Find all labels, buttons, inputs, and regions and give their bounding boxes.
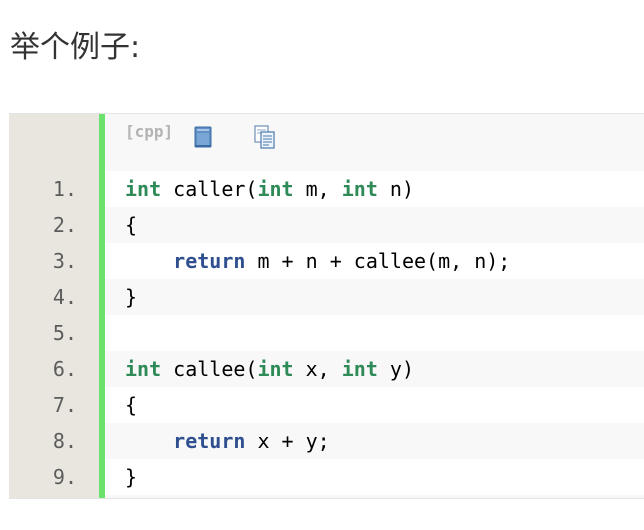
- line-number: 3.: [9, 243, 99, 279]
- code-text: }: [125, 279, 137, 315]
- code-keyword: return: [173, 429, 246, 453]
- code-token: {: [125, 393, 138, 417]
- code-line: 2. {: [9, 207, 644, 243]
- line-number: 6.: [9, 351, 99, 387]
- gutter-border-segment: [99, 423, 105, 459]
- code-token: m,: [293, 177, 342, 201]
- code-keyword: int: [341, 177, 378, 201]
- copy-code-icon[interactable]: [253, 124, 275, 150]
- line-number: 7.: [9, 387, 99, 423]
- code-toolbar: [cpp]: [105, 114, 644, 171]
- code-keyword: return: [173, 249, 246, 273]
- line-number: 8.: [9, 423, 99, 459]
- language-label: [cpp]: [125, 122, 174, 141]
- line-number: 4.: [9, 279, 99, 315]
- line-number: 1.: [9, 171, 99, 207]
- code-keyword: int: [125, 177, 162, 201]
- view-plain-icon[interactable]: [193, 124, 215, 150]
- code-line: 7. {: [9, 387, 644, 423]
- gutter-border-segment: [99, 351, 105, 387]
- gutter-border-segment: [99, 207, 105, 243]
- gutter-border-segment: [99, 171, 105, 207]
- code-token: {: [125, 213, 138, 237]
- gutter-border-segment: [99, 279, 105, 315]
- line-number: 5.: [9, 315, 99, 351]
- code-line: 8. return x + y;: [9, 423, 644, 459]
- code-token: callee(: [161, 357, 258, 381]
- code-text: }: [125, 459, 137, 495]
- code-text: return x + y;: [125, 423, 330, 459]
- line-number: 2.: [9, 207, 99, 243]
- code-text: int caller(int m, int n): [125, 171, 414, 207]
- gutter-border-segment: [99, 315, 105, 351]
- code-line: 4.}: [9, 279, 644, 315]
- gutter-border-segment: [99, 459, 105, 495]
- page-heading: 举个例子:: [10, 30, 141, 65]
- code-token: n): [377, 177, 414, 201]
- code-token: x,: [293, 357, 342, 381]
- code-keyword: int: [257, 177, 294, 201]
- gutter-border-segment: [99, 387, 105, 423]
- code-lines: 1. int caller(int m, int n) 2.{3. return m…: [9, 171, 644, 495]
- code-line: 1. int caller(int m, int n): [9, 171, 644, 207]
- code-token: x + y;: [245, 429, 330, 453]
- code-line: 3. return m + n + callee(m, n);: [9, 243, 644, 279]
- code-text: int callee(int x, int y): [125, 351, 414, 387]
- code-text: {: [125, 207, 137, 243]
- code-text: return m + n + callee(m, n);: [125, 243, 510, 279]
- code-keyword: int: [257, 357, 294, 381]
- code-token: }: [125, 465, 138, 489]
- code-token: m + n + callee(m, n);: [245, 249, 511, 273]
- code-keyword: int: [125, 357, 162, 381]
- code-line: 9.}: [9, 459, 644, 495]
- code-line: 6. int callee(int x, int y): [9, 351, 644, 387]
- gutter-border-segment: [99, 243, 105, 279]
- code-text: {: [125, 387, 137, 423]
- code-token: caller(: [161, 177, 258, 201]
- code-block: [cpp] 1.int caller(int m, int n)2.{3.: [9, 113, 644, 499]
- code-line: 5.: [9, 315, 644, 351]
- line-number: 9.: [9, 459, 99, 495]
- code-token: y): [377, 357, 414, 381]
- code-token: }: [125, 285, 138, 309]
- code-keyword: int: [341, 357, 378, 381]
